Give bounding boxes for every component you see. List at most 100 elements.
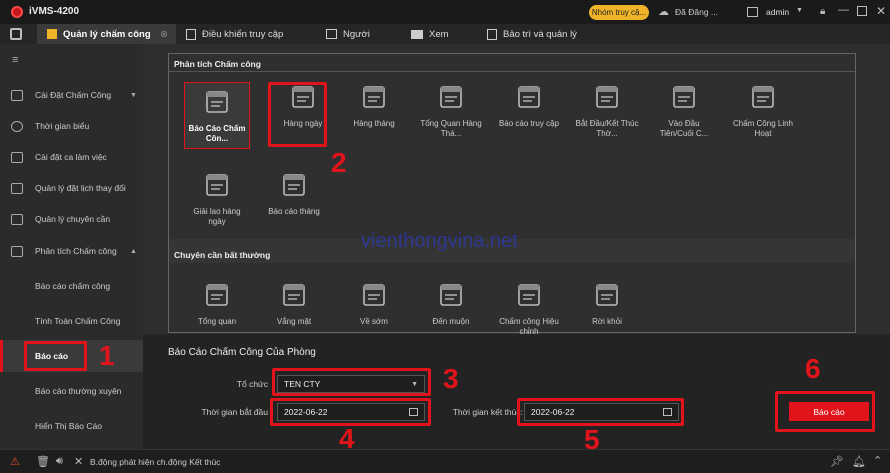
report-tile[interactable]: Rời khỏi xyxy=(574,282,640,327)
door-icon xyxy=(186,28,196,40)
report-tile[interactable]: Chấm công Hiệu chỉnh xyxy=(496,282,562,337)
tab-attendance[interactable]: Quản lý chấm công ⊗ xyxy=(37,24,176,44)
exit-icon xyxy=(596,284,618,306)
access-group-badge[interactable]: Nhóm truy cậ... xyxy=(589,5,649,20)
bar-chart-icon xyxy=(363,284,385,306)
lock-icon[interactable]: 🔒︎ xyxy=(820,6,825,17)
section-divider xyxy=(169,71,855,72)
sidebar-item-schedule[interactable]: Quản lý đặt lịch thay đổi xyxy=(0,172,143,204)
report-tile[interactable]: Đến muộn xyxy=(418,282,484,327)
document-icon xyxy=(487,28,497,40)
annotation-number: 3 xyxy=(443,363,459,394)
clock-icon xyxy=(11,120,23,132)
tab-label: Xem xyxy=(429,28,449,40)
chart-icon xyxy=(11,245,23,257)
sidebar-item-attendance-calculation[interactable]: Tính Toán Chấm Công xyxy=(0,305,143,337)
bar-chart-icon xyxy=(673,86,695,108)
username[interactable]: admin xyxy=(766,7,789,17)
tile-label: Vào Đầu Tiên/Cuối C... xyxy=(659,119,709,138)
trend-icon xyxy=(206,284,228,306)
monitor-icon xyxy=(411,29,423,39)
report-tile[interactable]: Giải lao hàng ngày xyxy=(184,172,250,227)
tab-label: Quản lý chấm công xyxy=(63,28,151,40)
tab-maintenance[interactable]: Bảo trì và quản lý xyxy=(487,24,577,44)
sidebar-item-regular-report[interactable]: Báo cáo thường xuyên xyxy=(0,375,143,407)
checklist-icon xyxy=(11,213,23,225)
trash-icon[interactable]: 🗑︎ xyxy=(36,455,50,468)
chevron-down-icon[interactable]: ▼ xyxy=(796,7,803,14)
sidebar-item-attendance-settings[interactable]: Cài Đặt Chấm Công ▼ xyxy=(0,79,143,111)
sidebar-item-shift-settings[interactable]: Cài đặt ca làm việc xyxy=(0,141,143,173)
report-tile[interactable]: Báo Cáo Chấm Côn... xyxy=(184,82,250,149)
minimize-icon[interactable]: — xyxy=(838,4,849,16)
calendar-chart-icon xyxy=(283,174,305,196)
start-time-label: Thời gian bắt đầu xyxy=(201,407,268,417)
bar-chart-icon xyxy=(440,86,462,108)
module-tab-bar: Quản lý chấm công ⊗ Điều khiển truy cập … xyxy=(0,24,890,44)
tile-label: Về sớm xyxy=(360,317,388,326)
grid-menu-icon[interactable] xyxy=(10,28,22,40)
expand-up-icon[interactable]: ⌃ xyxy=(873,454,882,467)
report-tile[interactable]: Về sớm xyxy=(341,282,407,327)
calendar-icon xyxy=(11,89,23,101)
pin-icon[interactable]: 📌︎ xyxy=(830,455,844,468)
report-tile[interactable]: Bắt Đầu/Kết Thúc Thờ... xyxy=(574,84,640,139)
mute-icon[interactable]: ✕ xyxy=(74,455,83,468)
tab-access-control[interactable]: Điều khiển truy cập xyxy=(186,24,283,44)
tab-close-icon[interactable]: ⊗ xyxy=(160,29,168,40)
absence-icon xyxy=(283,284,305,306)
sidebar: ≡ Cài Đặt Chấm Công ▼ Thời gian biểu Cài… xyxy=(0,44,143,449)
sidebar-item-label: Thời gian biểu xyxy=(35,121,90,131)
tile-label: Báo Cáo Chấm Côn... xyxy=(188,124,246,143)
org-label: Tổ chức xyxy=(236,379,268,389)
report-tile[interactable]: Tổng Quan Hàng Thá... xyxy=(418,84,484,139)
tile-label: Bắt Đầu/Kết Thúc Thờ... xyxy=(575,119,639,138)
report-tile[interactable]: Tổng quan xyxy=(184,282,250,327)
document-icon xyxy=(596,86,618,108)
annotation-box xyxy=(517,398,684,426)
person-icon xyxy=(326,29,337,39)
form-title: Báo Cáo Chấm Công Của Phòng xyxy=(168,347,316,358)
sidebar-item-timetable[interactable]: Thời gian biểu xyxy=(0,110,143,142)
watermark: vienthongvina.net xyxy=(361,230,518,252)
warning-icon[interactable]: ⚠ xyxy=(10,455,20,468)
app-logo-icon xyxy=(11,6,23,18)
annotation-box xyxy=(272,368,431,396)
app-title: iVMS-4200 xyxy=(29,6,80,17)
late-clock-icon xyxy=(440,284,462,306)
restore-icon[interactable] xyxy=(857,6,867,16)
clock-document-icon xyxy=(206,174,228,196)
sidebar-item-label: Cài Đặt Chấm Công xyxy=(35,90,112,100)
sidebar-item-attendance-record[interactable]: Báo cáo chấm công xyxy=(0,270,143,302)
tile-label: Đến muộn xyxy=(432,317,470,326)
annotation-box xyxy=(775,391,875,432)
sidebar-item-label: Báo cáo chấm công xyxy=(35,281,111,291)
alarm-icon[interactable]: 🔔︎ xyxy=(852,455,866,468)
report-tile[interactable]: Vào Đầu Tiên/Cuối C... xyxy=(651,84,717,139)
close-icon[interactable]: ✕ xyxy=(876,4,886,18)
sidebar-item-attendance-analysis[interactable]: Phân tích Chấm công ▲ xyxy=(0,235,143,267)
annotation-number: 6 xyxy=(805,353,821,384)
calendar-clock-icon xyxy=(752,86,774,108)
report-tile[interactable]: Báo cáo truy cập xyxy=(496,84,562,129)
report-tile[interactable]: Báo cáo tháng xyxy=(261,172,327,217)
image-icon[interactable] xyxy=(747,7,758,17)
tile-label: Tổng quan xyxy=(197,317,237,326)
tile-label: Vắng mặt xyxy=(276,317,312,326)
annotation-box xyxy=(268,82,327,147)
tab-label: Điều khiển truy cập xyxy=(202,28,284,40)
report-tile[interactable]: Vắng mặt xyxy=(261,282,327,327)
sidebar-item-report-display[interactable]: Hiển Thị Báo Cáo xyxy=(0,410,143,442)
cloud-icon[interactable]: ☁ xyxy=(658,5,669,18)
sidebar-item-attendance-mgmt[interactable]: Quản lý chuyên cần xyxy=(0,203,143,235)
tile-label: Hàng tháng xyxy=(353,119,395,128)
tab-view[interactable]: Xem xyxy=(411,24,449,44)
login-status[interactable]: Đã Đăng ... xyxy=(675,7,718,17)
annotation-box xyxy=(270,398,431,426)
sound-icon[interactable]: 🔊︎ xyxy=(56,455,63,468)
chevron-up-icon: ▲ xyxy=(130,247,137,255)
tab-person[interactable]: Người xyxy=(326,24,370,44)
hamburger-icon[interactable]: ≡ xyxy=(12,54,18,66)
report-tile[interactable]: Hàng tháng xyxy=(341,84,407,129)
report-tile[interactable]: Chấm Công Linh Hoạt xyxy=(730,84,796,139)
